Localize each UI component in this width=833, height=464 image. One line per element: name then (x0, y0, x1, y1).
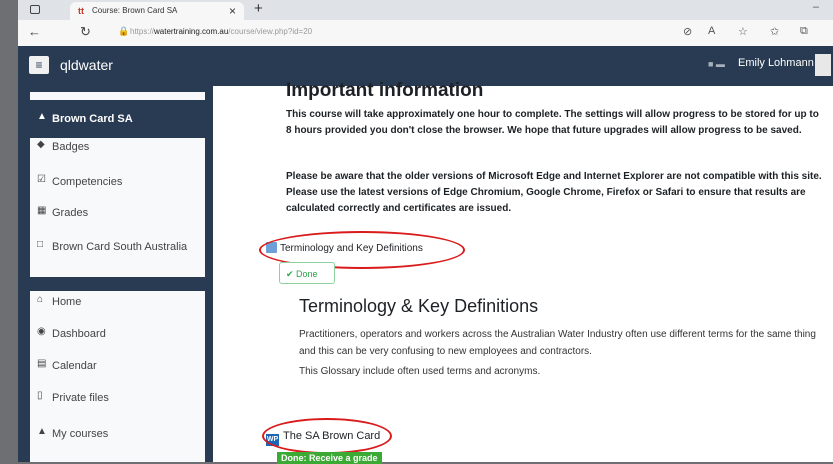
url-field[interactable]: https://watertraining.com.au/course/view… (130, 27, 312, 36)
completion-receive-grade-badge: Done: Receive a grade (277, 452, 382, 464)
site-brand[interactable]: qldwater (60, 57, 113, 73)
folder-icon: □ (37, 239, 44, 250)
favorites-icon[interactable]: ✩ (770, 25, 779, 38)
menu-toggle-icon[interactable]: ≡ (29, 56, 49, 74)
key-icon[interactable]: ⊘ (683, 25, 692, 38)
file-icon: ▯ (37, 390, 43, 401)
graduation-cap-icon: ▲ (37, 111, 47, 122)
course-content: Important information This course will t… (213, 80, 833, 464)
browser-tab-bar: tt Course: Brown Card SA × + – (18, 0, 833, 20)
browser-tab[interactable]: tt Course: Brown Card SA × (70, 2, 244, 20)
user-name[interactable]: Emily Lohmann (738, 57, 814, 69)
course-sidebar: ▲ Brown Card SA ◆ Badges ☑ Competencies … (30, 92, 205, 462)
read-aloud-icon[interactable]: A (708, 25, 715, 37)
home-icon: ⌂ (37, 294, 44, 305)
terminology-heading: Terminology & Key Definitions (299, 296, 539, 316)
minimize-icon[interactable]: – (813, 1, 819, 13)
new-tab-icon[interactable]: + (254, 0, 263, 17)
back-icon[interactable]: ← (28, 24, 41, 39)
highlight-oval (262, 418, 392, 454)
avatar[interactable] (815, 54, 831, 76)
bookmark-add-icon[interactable]: ☆ (738, 25, 748, 38)
window-menu-icon[interactable] (30, 5, 40, 14)
collections-icon[interactable]: ⧉ (800, 25, 808, 38)
dashboard-icon: ◉ (37, 326, 46, 337)
lock-icon[interactable]: 🔒 (118, 26, 129, 37)
tab-title: Course: Brown Card SA (92, 6, 178, 15)
checkbox-icon: ☑ (37, 174, 46, 185)
important-paragraph-1: This course will take approximately one … (286, 109, 819, 136)
screenshot-frame: tt Course: Brown Card SA × + – ← ↻ 🔒 htt… (18, 0, 833, 464)
tab-favicon-icon: tt (78, 6, 84, 16)
sidebar-divider (30, 277, 205, 291)
refresh-icon[interactable]: ↻ (80, 24, 91, 40)
sidebar-item-brown-card-sa[interactable]: ▲ Brown Card SA (30, 100, 205, 138)
calendar-icon: ▤ (37, 358, 47, 369)
terminology-paragraph-1: Practitioners, operators and workers acr… (299, 329, 816, 357)
important-paragraph-2: Please be aware that the older versions … (286, 171, 822, 214)
tab-close-icon[interactable]: × (229, 4, 236, 18)
table-icon: ▦ (37, 205, 47, 216)
shield-icon: ◆ (37, 139, 45, 150)
notification-icon[interactable]: ■ ▬ (708, 59, 725, 69)
browser-address-bar: ← ↻ 🔒 https://watertraining.com.au/cours… (18, 20, 833, 47)
completion-done-badge[interactable]: ✔ Done (279, 262, 335, 284)
important-heading: Important information (286, 80, 484, 101)
terminology-paragraph-2: This Glossary include often used terms a… (299, 366, 541, 377)
graduation-cap-icon: ▲ (37, 426, 47, 437)
